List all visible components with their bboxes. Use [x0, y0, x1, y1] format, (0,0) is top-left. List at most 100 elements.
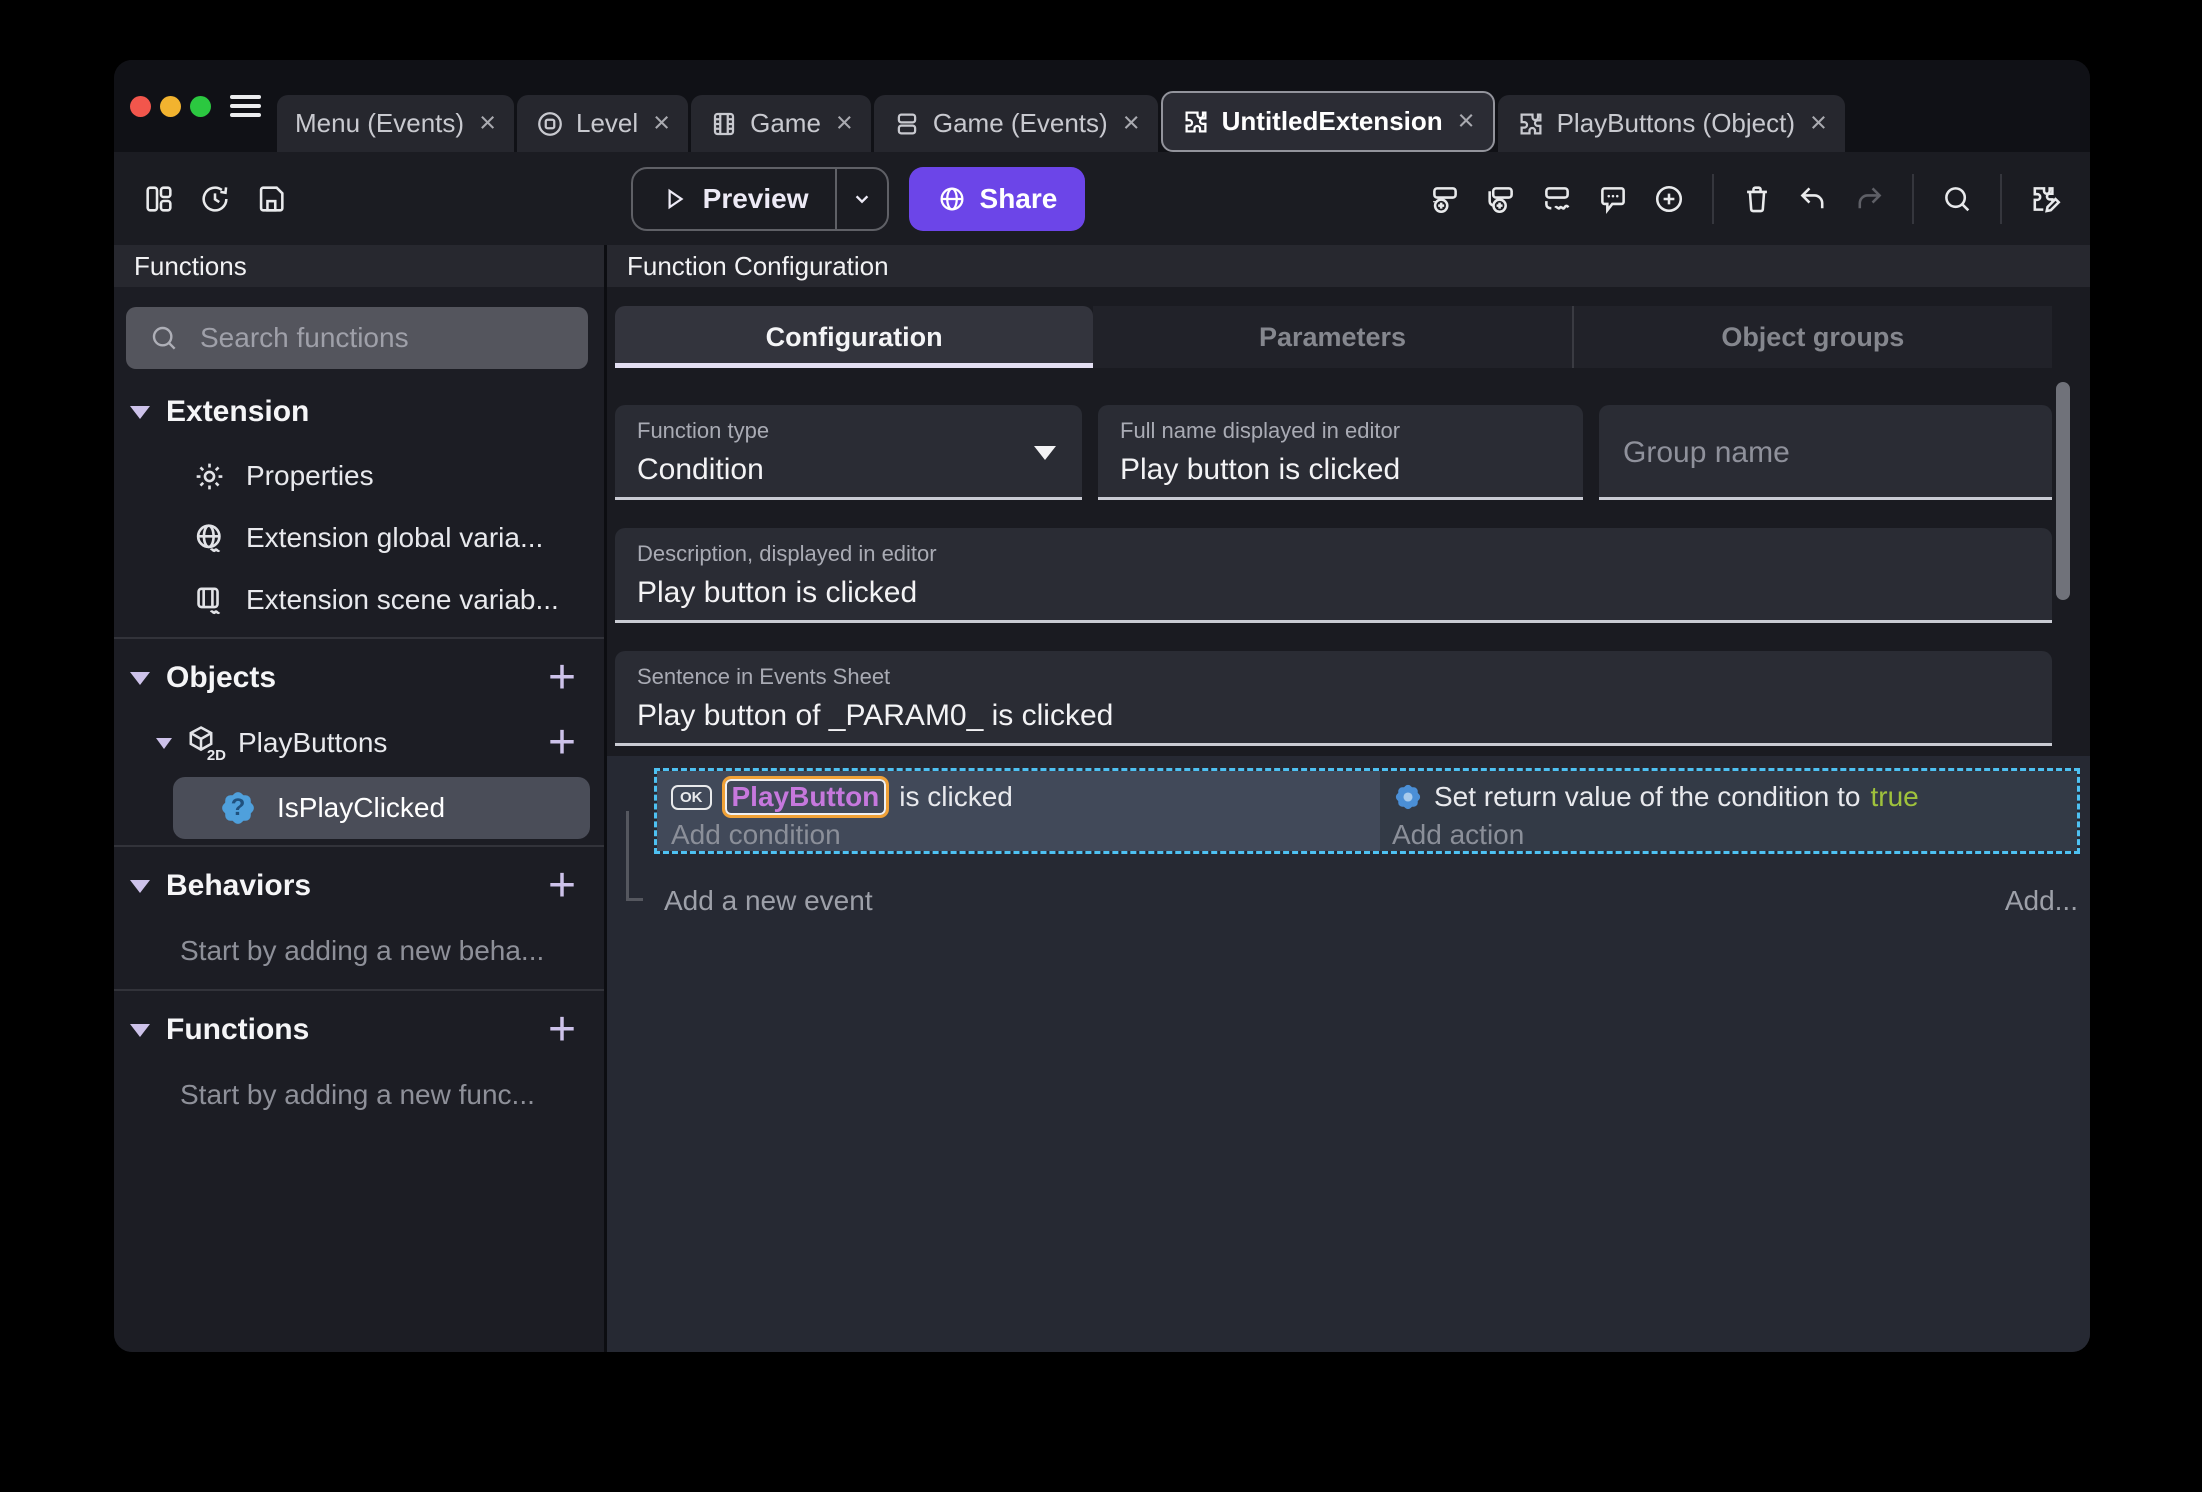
tab-close-icon[interactable]: × [1458, 107, 1475, 136]
tab-close-icon[interactable]: × [836, 109, 853, 138]
minimize-window-button[interactable] [160, 95, 181, 117]
object-row-playbuttons[interactable]: 2D PlayButtons + [114, 711, 604, 775]
object-label: PlayButtons [238, 727, 388, 758]
add-object-function-button[interactable]: + [544, 719, 580, 767]
collapse-arrow-icon[interactable] [130, 671, 150, 685]
film-icon [713, 112, 735, 135]
tab-menu-events[interactable]: Menu (Events) × [277, 95, 515, 152]
function-type-select[interactable]: Function type Condition [615, 405, 1082, 500]
scene-variables-icon [197, 587, 221, 614]
search-functions-input[interactable] [198, 321, 576, 355]
section-behaviors[interactable]: Behaviors + [114, 853, 604, 919]
gear-icon [196, 463, 223, 489]
toggle-comments-button[interactable] [1590, 176, 1636, 222]
field-label: Sentence in Events Sheet [637, 664, 891, 689]
choose-add-button[interactable] [1646, 176, 1692, 222]
tab-parameters[interactable]: Parameters [1093, 306, 1572, 368]
function-row-isplayclicked-selected[interactable]: ? IsPlayClicked [173, 777, 590, 839]
item-label: Extension scene variab... [246, 584, 559, 615]
add-new-event-button[interactable]: Add a new event [664, 885, 873, 917]
add-object-button[interactable]: + [544, 654, 580, 702]
search-functions-box[interactable] [126, 307, 588, 369]
section-objects[interactable]: Objects + [114, 645, 604, 711]
collapse-arrow-icon[interactable] [156, 737, 172, 749]
button-object-icon: OK [671, 784, 712, 810]
tab-close-icon[interactable]: × [479, 109, 496, 138]
open-panels-button[interactable] [136, 176, 182, 222]
tab-object-groups[interactable]: Object groups [1571, 306, 2052, 368]
section-divider [114, 845, 604, 847]
redo-button[interactable] [1846, 176, 1892, 222]
main-menu-icon[interactable] [230, 95, 261, 117]
toolbar-divider [1912, 173, 1914, 224]
save-button[interactable] [248, 176, 294, 222]
description-field[interactable]: Description, displayed in editor Play bu… [615, 528, 2052, 623]
tab-level[interactable]: Level × [517, 95, 689, 152]
add-behavior-button[interactable]: + [544, 862, 580, 910]
play-icon [668, 188, 684, 209]
edit-extension-button[interactable] [2022, 176, 2068, 222]
events-sheet[interactable]: OK PlayButton is clicked Add condition S… [607, 756, 2090, 1352]
add-subevent-button[interactable] [1478, 176, 1524, 222]
sentence-value: Play button of _PARAM0_ is clicked [637, 699, 1114, 732]
description-value: Play button is clicked [637, 576, 918, 609]
tab-label: Level [576, 108, 639, 138]
add-event-icon [1433, 186, 1457, 213]
add-action-button[interactable]: Add action [1392, 819, 2077, 851]
object-dimension-badge: 2D [206, 747, 226, 764]
tab-game-events[interactable]: Game (Events) × [873, 95, 1158, 152]
section-divider [114, 989, 604, 991]
sidebar-item-extension-scene-variables[interactable]: Extension scene variab... [114, 569, 604, 631]
desktop: Menu (Events) × Level × Game × Game (Eve… [0, 0, 2202, 1492]
event-actions-cell[interactable]: Set return value of the condition to tru… [1380, 771, 2077, 851]
version-history-button[interactable] [192, 176, 238, 222]
add-function-button[interactable]: + [544, 1006, 580, 1054]
share-button[interactable]: Share [908, 166, 1086, 231]
window-tab-bar: Menu (Events) × Level × Game × Game (Eve… [114, 60, 2090, 152]
sentence-field[interactable]: Sentence in Events Sheet Play button of … [615, 651, 2052, 746]
sidebar-item-properties[interactable]: Properties [114, 445, 604, 507]
functions-empty-hint: Start by adding a new func... [180, 1079, 535, 1110]
condition-object-chip[interactable]: PlayButton [721, 776, 890, 818]
close-window-button[interactable] [130, 95, 151, 117]
history-icon [202, 185, 228, 212]
section-extension[interactable]: Extension [114, 379, 604, 445]
gdevelop-window: Menu (Events) × Level × Game × Game (Eve… [114, 60, 2090, 1352]
sidebar-item-extension-global-variables[interactable]: Extension global varia... [114, 507, 604, 569]
function-configuration-panel: Function Configuration Configuration Par… [607, 245, 2090, 1352]
config-scrollbar-thumb[interactable] [2056, 382, 2070, 600]
collapse-arrow-icon[interactable] [130, 405, 150, 419]
tab-game[interactable]: Game × [691, 95, 871, 152]
add-event-button[interactable] [1422, 176, 1468, 222]
tab-playbuttons-object[interactable]: PlayButtons (Object) × [1497, 95, 1845, 152]
group-name-input[interactable] [1621, 434, 2030, 471]
collapse-arrow-icon[interactable] [130, 879, 150, 893]
event-row-selected[interactable]: OK PlayButton is clicked Add condition S… [654, 768, 2080, 854]
add-other-event-button[interactable] [1534, 176, 1580, 222]
undo-button[interactable] [1790, 176, 1836, 222]
preview-button[interactable]: Preview [630, 166, 889, 231]
collapse-arrow-icon[interactable] [130, 1023, 150, 1037]
section-functions[interactable]: Functions + [114, 997, 604, 1063]
add-ellipsis-button[interactable]: Add... [2005, 885, 2078, 917]
action-value-true[interactable]: true [1871, 781, 1919, 813]
preview-options-button[interactable] [834, 168, 887, 229]
trash-icon [1747, 185, 1767, 212]
section-label: Functions [166, 1013, 310, 1046]
tab-close-icon[interactable]: × [1123, 109, 1140, 138]
add-condition-button[interactable]: Add condition [671, 819, 1380, 851]
group-name-field[interactable] [1599, 405, 2052, 500]
event-conditions-cell[interactable]: OK PlayButton is clicked Add condition [657, 771, 1380, 851]
preview-label: Preview [702, 182, 809, 214]
search-events-button[interactable] [1934, 176, 1980, 222]
zoom-window-button[interactable] [190, 95, 211, 117]
full-name-field[interactable]: Full name displayed in editor Play butto… [1098, 405, 1583, 500]
tab-close-icon[interactable]: × [653, 109, 670, 138]
comment-icon [1601, 186, 1625, 214]
tab-untitled-extension[interactable]: UntitledExtension × [1160, 91, 1495, 152]
tab-close-icon[interactable]: × [1810, 109, 1827, 138]
delete-button[interactable] [1734, 176, 1780, 222]
chevron-down-icon [855, 194, 868, 203]
window-controls [130, 60, 277, 152]
tab-configuration[interactable]: Configuration [615, 306, 1094, 368]
